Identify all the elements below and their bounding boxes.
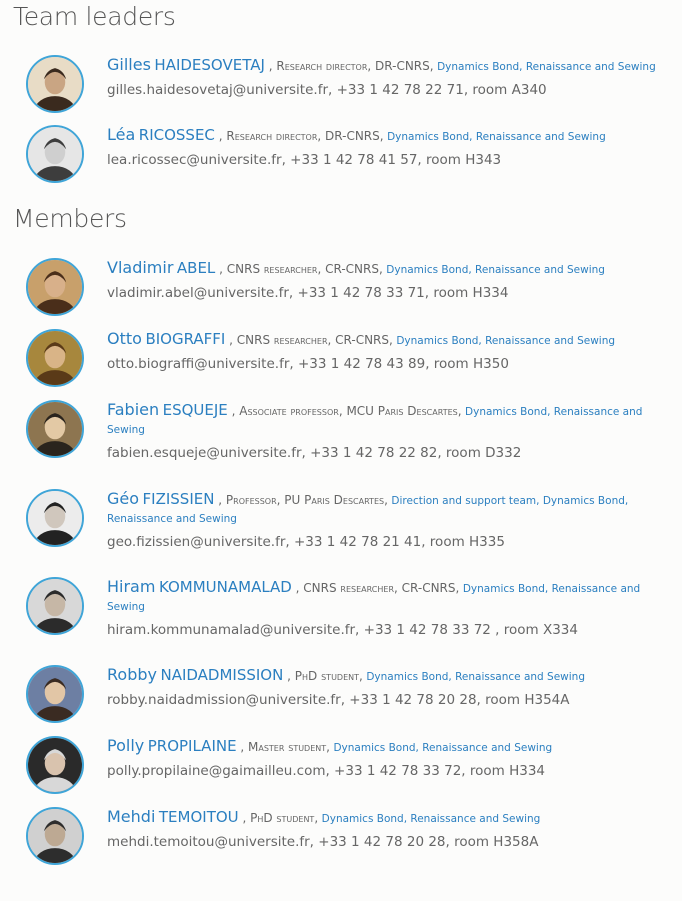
portrait-photo-icon [28, 260, 82, 314]
person-position: CNRS researcher, CR-CNRS, [236, 333, 393, 347]
person-last-name-link[interactable]: NAIDADMISSION [160, 666, 283, 684]
person-teams-link[interactable]: Dynamics Bond, Renaissance and Sewing [396, 335, 615, 347]
section-title-members: Members [13, 204, 127, 233]
person-heading: Robby NAIDADMISSION , PhD student, Dynam… [107, 665, 664, 686]
person-teams-link[interactable]: Dynamics Bond, Renaissance and Sewing [333, 742, 552, 754]
person-teams-link[interactable]: Dynamics Bond, Renaissance and Sewing [322, 813, 541, 825]
person-first-name-link[interactable]: Géo [107, 489, 139, 508]
avatar[interactable] [26, 400, 84, 458]
person-contact: otto.biograffi@universite.fr, +33 1 42 7… [107, 356, 509, 372]
separator: , [227, 404, 240, 418]
portrait-photo-icon [28, 402, 82, 456]
person-teams-link[interactable]: Dynamics Bond, Renaissance and Sewing [387, 131, 606, 143]
person-contact: fabien.esqueje@universite.fr, +33 1 42 7… [107, 445, 522, 461]
separator: , [215, 262, 227, 276]
person-first-name-link[interactable]: Fabien [107, 400, 159, 419]
separator: , [225, 333, 237, 347]
person-first-name-link[interactable]: Hiram [107, 577, 155, 596]
person-position: Research director, DR-CNRS, [276, 59, 434, 73]
avatar[interactable] [26, 736, 84, 794]
section-title-team-leaders: Team leaders [13, 2, 176, 31]
person-teams-link[interactable]: Dynamics Bond, Renaissance and Sewing [437, 61, 656, 73]
person-heading: Otto BIOGRAFFI , CNRS researcher, CR-CNR… [107, 329, 664, 350]
person-first-name-link[interactable]: Léa [107, 125, 135, 144]
person-contact: gilles.haidesovetaj@universite.fr, +33 1… [107, 82, 547, 98]
person-first-name-link[interactable]: Robby [107, 665, 157, 684]
person-position: Associate professor, MCU Paris Descartes… [239, 404, 462, 418]
person-heading: Mehdi TEMOITOU , PhD student, Dynamics B… [107, 807, 664, 828]
person-position: Master student, [248, 740, 330, 754]
person-contact: geo.fizissien@universite.fr, +33 1 42 78… [107, 534, 505, 550]
person-contact: polly.propilaine@gaimailleu.com, +33 1 4… [107, 763, 546, 779]
person-last-name-link[interactable]: BIOGRAFFI [145, 330, 225, 348]
person-position: Professor, PU Paris Descartes, [225, 493, 388, 507]
portrait-photo-icon [28, 57, 82, 111]
person-first-name-link[interactable]: Otto [107, 329, 142, 348]
person-last-name-link[interactable]: TEMOITOU [159, 808, 239, 826]
person-first-name-link[interactable]: Mehdi [107, 807, 155, 826]
portrait-photo-icon [28, 491, 82, 545]
person-last-name-link[interactable]: FIZISSIEN [143, 490, 215, 508]
person-last-name-link[interactable]: RICOSSEC [139, 126, 215, 144]
portrait-photo-icon [28, 331, 82, 385]
person-contact: hiram.kommunamalad@universite.fr, +33 1 … [107, 622, 578, 638]
person-last-name-link[interactable]: PROPILAINE [148, 737, 237, 755]
avatar[interactable] [26, 807, 84, 865]
person-last-name-link[interactable]: HAIDESOVETAJ [154, 56, 264, 74]
avatar[interactable] [26, 577, 84, 635]
person-position: CNRS researcher, CR-CNRS, [226, 262, 383, 276]
person-last-name-link[interactable]: KOMMUNAMALAD [159, 578, 292, 596]
person-contact: mehdi.temoitou@universite.fr, +33 1 42 7… [107, 834, 539, 850]
avatar[interactable] [26, 258, 84, 316]
separator: , [214, 493, 226, 507]
portrait-photo-icon [28, 127, 82, 181]
person-contact: vladimir.abel@universite.fr, +33 1 42 78… [107, 285, 509, 301]
separator: , [236, 740, 249, 754]
person-first-name-link[interactable]: Vladimir [107, 258, 173, 277]
person-position: Research director, DR-CNRS, [226, 129, 384, 143]
avatar[interactable] [26, 489, 84, 547]
separator: , [291, 581, 304, 595]
person-teams-link[interactable]: Dynamics Bond, Renaissance and Sewing [366, 671, 585, 683]
avatar[interactable] [26, 125, 84, 183]
separator: , [214, 129, 227, 143]
person-position: CNRS researcher, CR-CNRS, [303, 581, 460, 595]
person-contact: lea.ricossec@universite.fr, +33 1 42 78 … [107, 152, 502, 168]
person-contact: robby.naidadmission@universite.fr, +33 1… [107, 692, 570, 708]
person-teams-link[interactable]: Dynamics Bond, Renaissance and Sewing [386, 264, 605, 276]
avatar[interactable] [26, 665, 84, 723]
person-heading: Gilles HAIDESOVETAJ , Research director,… [107, 55, 664, 76]
person-heading: Vladimir ABEL , CNRS researcher, CR-CNRS… [107, 258, 664, 279]
person-heading: Géo FIZISSIEN , Professor, PU Paris Desc… [107, 489, 664, 528]
person-heading: Hiram KOMMUNAMALAD , CNRS researcher, CR… [107, 577, 664, 616]
person-last-name-link[interactable]: ABEL [177, 259, 215, 277]
portrait-photo-icon [28, 579, 82, 633]
portrait-photo-icon [28, 809, 82, 863]
separator: , [238, 811, 251, 825]
avatar[interactable] [26, 329, 84, 387]
avatar[interactable] [26, 55, 84, 113]
person-first-name-link[interactable]: Gilles [107, 55, 151, 74]
person-heading: Fabien ESQUEJE , Associate professor, MC… [107, 400, 664, 439]
person-position: PhD student, [250, 811, 319, 825]
person-position: PhD student, [294, 669, 363, 683]
person-heading: Léa RICOSSEC , Research director, DR-CNR… [107, 125, 664, 146]
person-first-name-link[interactable]: Polly [107, 736, 144, 755]
separator: , [264, 59, 277, 73]
separator: , [283, 669, 295, 683]
person-last-name-link[interactable]: ESQUEJE [163, 401, 228, 419]
portrait-photo-icon [28, 738, 82, 792]
portrait-photo-icon [28, 667, 82, 721]
person-heading: Polly PROPILAINE , Master student, Dynam… [107, 736, 664, 757]
